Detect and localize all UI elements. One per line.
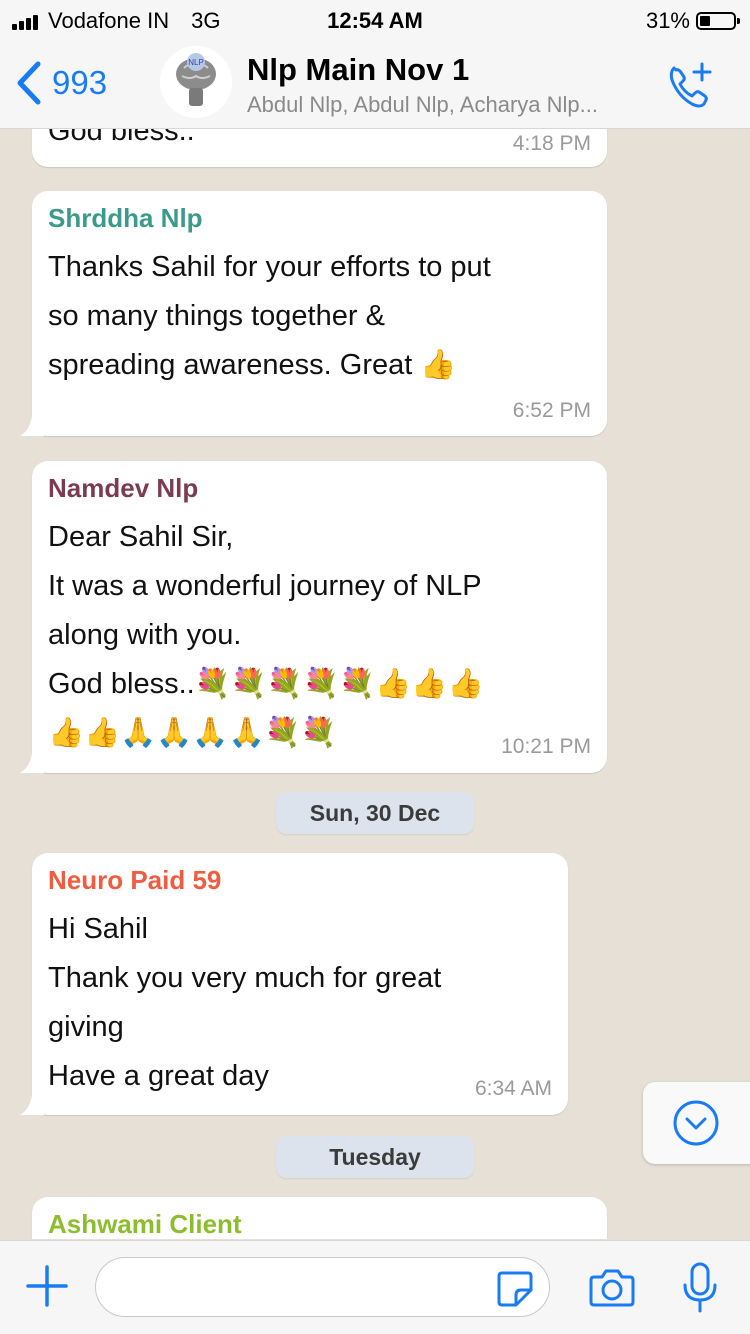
message-time: 6:34 AM: [474, 1077, 552, 1100]
message-line: Dear Sahil Sir,: [48, 521, 234, 553]
message-sender[interactable]: Neuro Paid 59: [48, 865, 221, 896]
brain-logo-icon: NLP: [160, 46, 232, 118]
message-sender[interactable]: Namdev Nlp: [48, 473, 198, 504]
message-sender[interactable]: Ashwami Client: [48, 1209, 242, 1239]
message-time: 4:18 PM: [512, 132, 591, 155]
message-bubble[interactable]: Shrddha Nlp Thanks Sahil for your effort…: [20, 191, 607, 436]
message-time: 10:21 PM: [501, 735, 591, 758]
avatar-text: NLP: [188, 58, 204, 67]
chat-header: 993 NLP Nlp Main Nov 1 Abdul Nlp, Abdul …: [0, 40, 750, 129]
message-line: Thank you very much for great: [48, 962, 442, 994]
message-bubble[interactable]: God bless.. 4:18 PM: [32, 129, 607, 167]
status-right: 31%: [645, 8, 740, 34]
message-line: along with you.: [48, 619, 242, 651]
battery-percent: 31%: [645, 8, 690, 33]
bubble-tail: [20, 753, 44, 773]
status-bar: Vodafone IN 3G 12:54 AM 31%: [0, 0, 750, 40]
back-button[interactable]: 993: [14, 60, 107, 106]
date-separator: Sun, 30 Dec: [276, 792, 474, 834]
message-sender[interactable]: Shrddha Nlp: [48, 203, 203, 234]
message-bubble[interactable]: Ashwami Client: [32, 1197, 607, 1239]
message-line: Thanks Sahil for your efforts to put: [48, 251, 491, 283]
scroll-down-button[interactable]: [643, 1082, 750, 1164]
message-input[interactable]: [95, 1257, 550, 1317]
add-participant-call-icon[interactable]: [664, 58, 716, 110]
unread-count: 993: [52, 64, 108, 101]
scroll-down-icon: [673, 1100, 719, 1146]
input-bar: [0, 1240, 750, 1334]
group-members[interactable]: Abdul Nlp, Abdul Nlp, Acharya Nlp...: [247, 92, 598, 118]
sticker-icon[interactable]: [496, 1270, 534, 1308]
microphone-icon[interactable]: [680, 1261, 720, 1315]
group-avatar[interactable]: NLP: [160, 46, 232, 118]
back-chevron-icon: [17, 61, 41, 105]
message-bubble[interactable]: Namdev Nlp Dear Sahil Sir, It was a wond…: [20, 461, 607, 773]
message-text: God bless..: [48, 129, 195, 156]
bubble-tail: [20, 1095, 44, 1115]
status-time: 12:54 AM: [327, 8, 423, 33]
message-line: giving: [48, 1011, 124, 1043]
message-line: God bless..💐💐💐💐💐👍👍👍: [48, 668, 484, 700]
camera-icon[interactable]: [588, 1265, 636, 1309]
message-line: God bless..: [48, 129, 195, 147]
message-text: Dear Sahil Sir, It was a wonderful journ…: [48, 513, 484, 758]
message-time: 6:52 PM: [512, 399, 591, 422]
date-separator: Tuesday: [276, 1136, 474, 1178]
chat-area[interactable]: God bless.. 4:18 PM Shrddha Nlp Thanks S…: [0, 129, 750, 1239]
message-line: Hi Sahil: [48, 913, 148, 945]
message-line: Have a great day: [48, 1060, 269, 1092]
message-line: 👍👍🙏🙏🙏🙏💐💐: [48, 717, 337, 749]
bubble-tail: [20, 416, 44, 436]
battery-icon: [696, 12, 740, 30]
message-line: It was a wonderful journey of NLP: [48, 570, 482, 602]
message-text: Hi Sahil Thank you very much for great g…: [48, 905, 441, 1101]
plus-icon[interactable]: [24, 1263, 70, 1309]
message-line: so many things together &: [48, 300, 385, 332]
message-text: Thanks Sahil for your efforts to put so …: [48, 243, 491, 390]
battery-fill: [700, 16, 710, 26]
message-line: spreading awareness. Great 👍: [48, 349, 457, 381]
message-bubble[interactable]: Neuro Paid 59 Hi Sahil Thank you very mu…: [20, 853, 568, 1115]
group-title[interactable]: Nlp Main Nov 1: [247, 52, 469, 88]
